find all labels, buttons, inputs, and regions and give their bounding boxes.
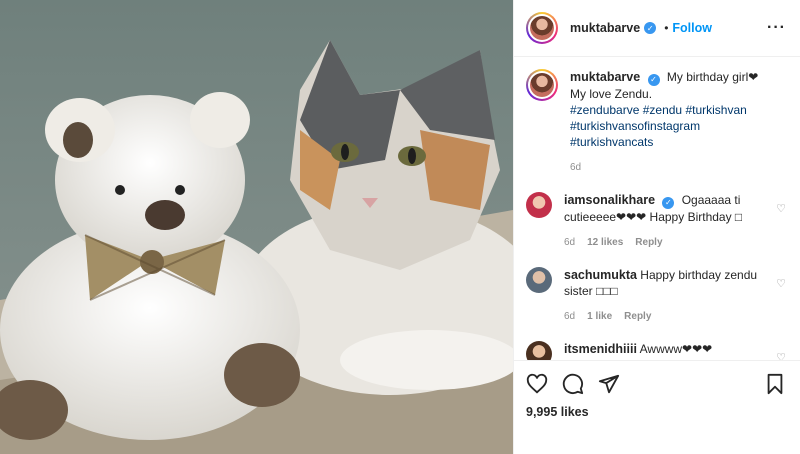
commenter-username[interactable]: sachumukta (564, 268, 637, 282)
hashtag[interactable]: #turkishvancats (570, 135, 653, 149)
comment-text: Awwww❤❤❤ (639, 342, 713, 356)
post-header: muktabarve ✓ • Follow ··· (514, 0, 800, 57)
comments-section: muktabarve ✓ My birthday girl❤ My love Z… (514, 57, 800, 360)
comment-icon[interactable] (562, 373, 584, 395)
hashtag[interactable]: #zendu (643, 103, 682, 117)
caption-avatar[interactable] (526, 69, 558, 101)
hashtag[interactable]: #turkishvansofinstagram (570, 119, 700, 133)
author-username[interactable]: muktabarve (570, 21, 640, 35)
verified-badge-icon: ✓ (662, 197, 675, 209)
verified-badge-icon: ✓ (647, 74, 660, 86)
post-actions: 9,995 likes (514, 360, 800, 454)
hashtag[interactable]: #zendubarve (570, 103, 639, 117)
more-options-icon[interactable]: ··· (767, 19, 786, 37)
separator-dot: • (664, 21, 669, 35)
hashtag[interactable]: #turkishvan (685, 103, 746, 117)
author-avatar[interactable] (526, 12, 558, 44)
likes-count[interactable]: 9,995 likes (526, 405, 786, 419)
instagram-post: muktabarve ✓ • Follow ··· muktabarve ✓ M… (0, 0, 800, 454)
commenter-username[interactable]: iamsonalikhare (564, 193, 655, 207)
comment-like-heart-icon[interactable]: ♡ (776, 202, 786, 215)
reply-button[interactable]: Reply (624, 309, 651, 325)
verified-badge-icon: ✓ (644, 22, 657, 34)
commenter-avatar[interactable] (526, 267, 552, 293)
comment-item: itsmenidhiiii Awwww❤❤❤ ♡ (526, 341, 786, 360)
commenter-avatar[interactable] (526, 192, 552, 218)
cat-and-teddy-photo (0, 0, 513, 454)
comment-time[interactable]: 6d (564, 309, 575, 325)
bookmark-icon[interactable] (764, 373, 786, 395)
comment-likes[interactable]: 12 likes (587, 235, 623, 251)
comment-like-heart-icon[interactable]: ♡ (776, 277, 786, 290)
commenter-avatar[interactable] (526, 341, 552, 360)
caption-time[interactable]: 6d (570, 160, 581, 176)
comment-item: sachumukta Happy birthday zendu sister □… (526, 267, 786, 325)
post-panel: muktabarve ✓ • Follow ··· muktabarve ✓ M… (513, 0, 800, 454)
heart-icon[interactable] (526, 373, 548, 395)
comment-likes[interactable]: 1 like (587, 309, 612, 325)
share-icon[interactable] (598, 373, 620, 395)
reply-button[interactable]: Reply (635, 235, 662, 251)
comment-time[interactable]: 6d (564, 235, 575, 251)
commenter-username[interactable]: itsmenidhiiii (564, 342, 637, 356)
post-photo[interactable] (0, 0, 513, 454)
caption-username[interactable]: muktabarve (570, 70, 640, 84)
comment-like-heart-icon[interactable]: ♡ (776, 351, 786, 360)
caption: muktabarve ✓ My birthday girl❤ My love Z… (526, 69, 786, 176)
comment-item: iamsonalikhare ✓ Ogaaaaa ti cutieeeee❤❤❤… (526, 192, 786, 251)
action-icons (526, 369, 786, 399)
follow-button[interactable]: Follow (672, 21, 712, 35)
